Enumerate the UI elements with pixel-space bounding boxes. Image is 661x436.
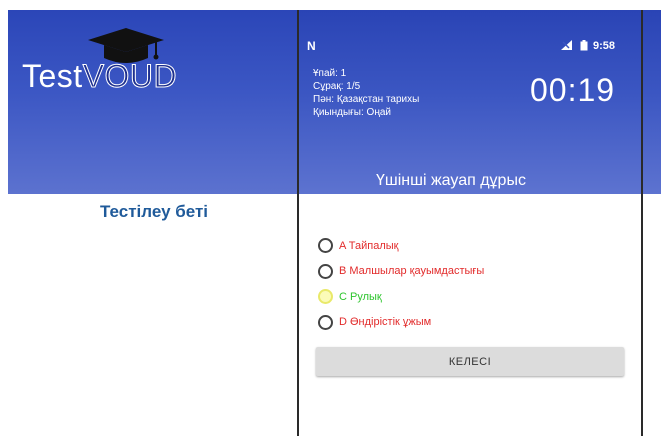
option-label: A Тайпалық xyxy=(339,239,399,252)
logo-text-test: Test xyxy=(22,58,83,94)
option-a[interactable]: A Тайпалық xyxy=(318,233,638,259)
countdown-timer: 00:19 xyxy=(530,72,616,108)
option-label: D Өндірістік ұжым xyxy=(339,316,432,329)
phone-frame-left xyxy=(297,10,299,436)
difficulty-text: Қиындығы: Оңай xyxy=(313,107,391,118)
status-time: 9:58 xyxy=(593,40,616,52)
quiz-info: Ұпай: 1 Сұрақ: 1/5 Пән: Қазақстан тарихы… xyxy=(313,67,513,119)
battery-icon xyxy=(580,40,588,54)
page-caption: Тестілеу беті xyxy=(100,202,209,221)
radio-button-selected[interactable] xyxy=(318,289,333,305)
signal-icon xyxy=(561,40,573,53)
phone-frame-right xyxy=(641,10,643,436)
question-counter: Сұрақ: 1/5 xyxy=(313,81,361,92)
option-d[interactable]: D Өндірістік ұжым xyxy=(318,310,638,336)
radio-button[interactable] xyxy=(318,314,333,330)
answer-feedback: Үшінші жауап дұрыс xyxy=(376,172,526,189)
option-label: C Рулық xyxy=(339,290,382,303)
app-logo: TestVOUD xyxy=(22,58,177,95)
option-b[interactable]: B Малшылар қауымдастығы xyxy=(318,259,638,285)
notification-icon: N xyxy=(307,39,316,53)
option-label: B Малшылар қауымдастығы xyxy=(339,265,485,278)
subject-text: Пән: Қазақстан тарихы xyxy=(313,94,420,105)
option-c[interactable]: C Рулық xyxy=(318,284,638,310)
radio-button[interactable] xyxy=(318,263,333,279)
answer-options: A Тайпалық B Малшылар қауымдастығы C Рул… xyxy=(318,233,638,335)
status-bar: N 9:58 xyxy=(299,36,641,56)
logo-text-voud: VOUD xyxy=(82,58,178,95)
next-button[interactable]: КЕЛЕСІ xyxy=(316,347,624,376)
score-text: Ұпай: 1 xyxy=(313,68,347,79)
radio-button[interactable] xyxy=(318,238,333,254)
